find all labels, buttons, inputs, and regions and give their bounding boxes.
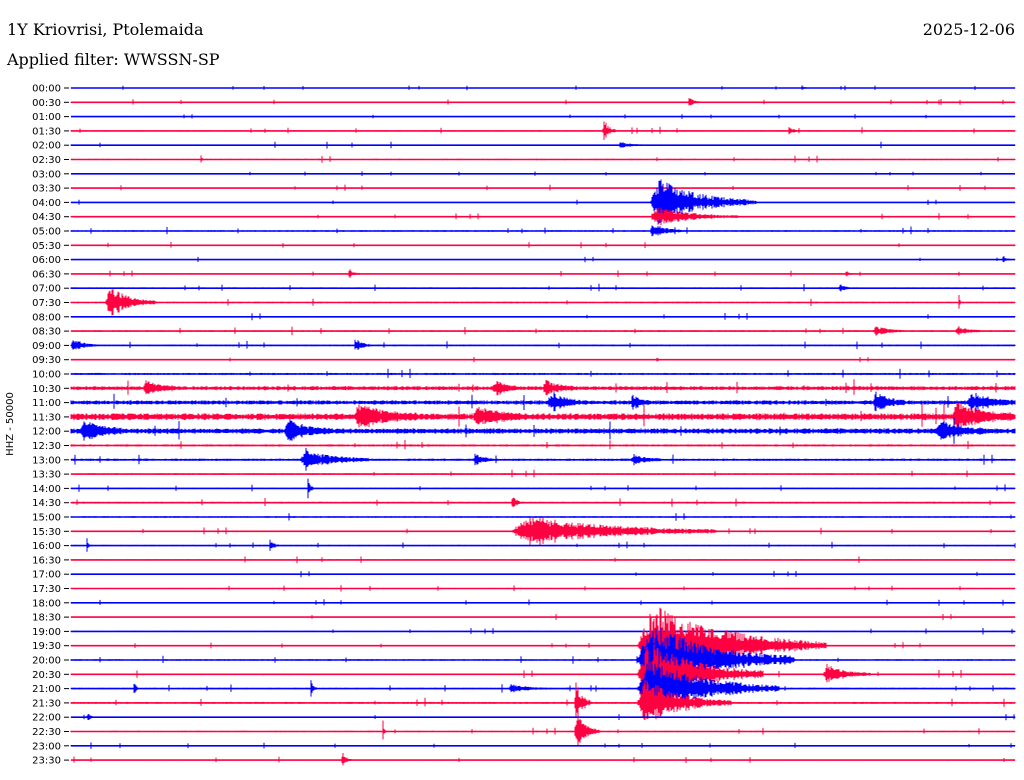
time-tick-label: 20:30 — [32, 670, 61, 681]
time-tick-label: 00:30 — [32, 98, 61, 109]
time-tick-label: 12:00 — [32, 427, 61, 438]
time-tick-label: 23:00 — [32, 741, 61, 752]
time-tick-label: 18:00 — [32, 598, 61, 609]
time-tick-label: 18:30 — [32, 613, 61, 624]
time-tick-label: 08:30 — [32, 327, 61, 338]
time-tick-label: 17:30 — [32, 584, 61, 595]
time-tick-label: 14:30 — [32, 498, 61, 509]
time-tick-label: 13:30 — [32, 470, 61, 481]
time-tick-label: 04:00 — [32, 198, 61, 209]
trace-waveform — [70, 659, 1016, 713]
time-tick-label: 15:30 — [32, 527, 61, 538]
time-tick-label: 01:30 — [32, 126, 61, 137]
time-tick-label: 01:00 — [32, 112, 61, 123]
time-tick-label: 05:30 — [32, 241, 61, 252]
time-tick-label: 03:00 — [32, 169, 61, 180]
time-tick-label: 09:00 — [32, 341, 61, 352]
time-tick-label: 22:00 — [32, 713, 61, 724]
time-tick-label: 08:00 — [32, 312, 61, 323]
time-tick-label: 11:00 — [32, 398, 61, 409]
helicorder-page: 1Y Kriovrisi, Ptolemaida 2025-12-06 Appl… — [0, 0, 1024, 780]
trace-waveform — [70, 680, 1016, 720]
time-tick-label: 07:00 — [32, 284, 61, 295]
time-tick-label: 22:30 — [32, 727, 61, 738]
time-tick-label: 19:30 — [32, 641, 61, 652]
time-tick-label: 16:00 — [32, 541, 61, 552]
time-tick-label: 14:00 — [32, 484, 61, 495]
time-tick-label: 23:30 — [32, 756, 61, 767]
time-tick-label: 03:30 — [32, 184, 61, 195]
trace-waveform — [70, 379, 1016, 396]
trace-waveform — [70, 439, 1016, 450]
time-tick-label: 02:00 — [32, 141, 61, 152]
trace-rows: 00:00 00:30 01:00 01:30 02:00 02:30 03:00 03:30… — [32, 84, 1016, 767]
time-tick-label: 04:30 — [32, 212, 61, 223]
y-axis-label: HHZ - 50000 — [5, 392, 16, 456]
trace-waveform — [70, 753, 1016, 766]
time-tick-label: 02:30 — [32, 155, 61, 166]
trace-waveform — [70, 644, 1016, 703]
time-tick-label: 20:00 — [32, 656, 61, 667]
time-tick-label: 21:30 — [32, 698, 61, 709]
time-tick-label: 21:00 — [32, 684, 61, 695]
time-tick-label: 06:00 — [32, 255, 61, 266]
time-tick-label: 15:00 — [32, 513, 61, 524]
time-tick-label: 00:00 — [32, 84, 61, 95]
helicorder-plot: HHZ - 50000 00:00 00:30 01:00 01:30 02:00 02:… — [5, 84, 1016, 767]
time-tick-label: 13:00 — [32, 455, 61, 466]
time-tick-label: 07:30 — [32, 298, 61, 309]
time-tick-label: 09:30 — [32, 355, 61, 366]
time-tick-label: 10:00 — [32, 370, 61, 381]
time-tick-label: 05:00 — [32, 227, 61, 238]
time-tick-label: 11:30 — [32, 412, 61, 423]
time-tick-label: 17:00 — [32, 570, 61, 581]
time-tick-label: 06:30 — [32, 269, 61, 280]
time-tick-label: 16:30 — [32, 555, 61, 566]
time-tick-label: 19:00 — [32, 627, 61, 638]
time-tick-label: 10:30 — [32, 384, 61, 395]
trace-waveform — [70, 391, 1016, 412]
time-tick-label: 12:30 — [32, 441, 61, 452]
